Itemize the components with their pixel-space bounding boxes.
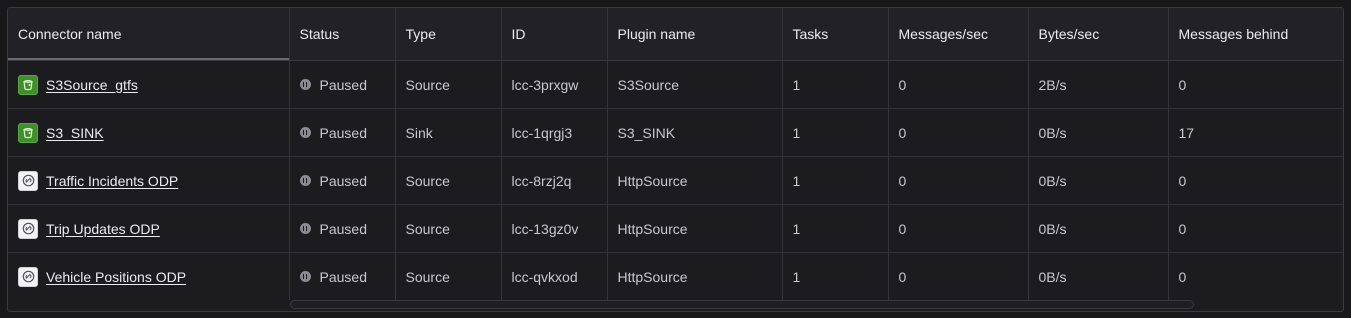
tasks-cell: 1 xyxy=(782,204,889,253)
s3-bucket-icon xyxy=(18,122,38,143)
connector-name-link[interactable]: Trip Updates ODP xyxy=(46,221,160,237)
id-cell: lcc-3prxgw xyxy=(501,60,608,109)
paused-icon xyxy=(299,127,311,138)
id-cell: lcc-1qrgj3 xyxy=(501,108,608,157)
status-cell: Paused xyxy=(289,60,396,109)
plugin-name-cell: S3Source xyxy=(607,60,783,109)
tasks-cell: 1 xyxy=(782,252,889,300)
column-header-id[interactable]: ID xyxy=(501,8,608,61)
http-connector-icon xyxy=(18,218,38,239)
connector-name-cell: S3Source_gtfs xyxy=(8,60,290,109)
messages-per-sec-cell: 0 xyxy=(888,156,1029,205)
plugin-name-cell: HttpSource xyxy=(607,252,783,300)
messages-per-sec-cell: 0 xyxy=(888,108,1029,157)
table-header-row: Connector name Status Type ID Plugin nam… xyxy=(8,8,1343,61)
type-cell: Source xyxy=(395,252,502,300)
paused-icon xyxy=(299,223,311,234)
messages-behind-cell: 0 xyxy=(1168,60,1343,109)
messages-behind-cell: 17 xyxy=(1168,108,1343,157)
column-header-status[interactable]: Status xyxy=(289,8,396,61)
id-cell: lcc-8rzj2q xyxy=(501,156,608,205)
table-row[interactable]: Traffic Incidents ODP Paused Source lcc-… xyxy=(8,156,1343,205)
table-row[interactable]: S3Source_gtfs Paused Source lcc-3prxgw S… xyxy=(8,60,1343,109)
tasks-cell: 1 xyxy=(782,108,889,157)
column-header-bytes-per-sec[interactable]: Bytes/sec xyxy=(1028,8,1169,61)
type-cell: Source xyxy=(395,60,502,109)
connector-name-cell: Vehicle Positions ODP xyxy=(8,252,290,300)
bytes-per-sec-cell: 0B/s xyxy=(1028,156,1169,205)
status-cell: Paused xyxy=(289,108,396,157)
connector-name-link[interactable]: Vehicle Positions ODP xyxy=(46,269,186,285)
type-cell: Source xyxy=(395,204,502,253)
connector-name-cell: S3_SINK xyxy=(8,108,290,157)
status-cell: Paused xyxy=(289,252,396,300)
bytes-per-sec-cell: 0B/s xyxy=(1028,108,1169,157)
plugin-name-cell: HttpSource xyxy=(607,156,783,205)
column-header-messages-per-sec[interactable]: Messages/sec xyxy=(888,8,1029,61)
status-text: Paused xyxy=(319,220,367,237)
type-cell: Source xyxy=(395,156,502,205)
bytes-per-sec-cell: 0B/s xyxy=(1028,252,1169,300)
http-connector-icon xyxy=(18,266,38,287)
connectors-table-container: Connector name Status Type ID Plugin nam… xyxy=(7,7,1344,312)
tasks-cell: 1 xyxy=(782,156,889,205)
id-cell: lcc-13gz0v xyxy=(501,204,608,253)
bytes-per-sec-cell: 2B/s xyxy=(1028,60,1169,109)
horizontal-scrollbar[interactable] xyxy=(290,300,1194,309)
connectors-table: Connector name Status Type ID Plugin nam… xyxy=(8,8,1343,300)
status-text: Paused xyxy=(319,268,367,285)
column-header-connector-name[interactable]: Connector name xyxy=(8,8,290,61)
column-header-messages-behind[interactable]: Messages behind xyxy=(1168,8,1343,61)
table-row[interactable]: S3_SINK Paused Sink lcc-1qrgj3 S3_SINK 1… xyxy=(8,108,1343,157)
column-header-plugin-name[interactable]: Plugin name xyxy=(607,8,783,61)
connector-name-cell: Traffic Incidents ODP xyxy=(8,156,290,205)
paused-icon xyxy=(299,271,311,282)
status-cell: Paused xyxy=(289,156,396,205)
status-text: Paused xyxy=(319,76,367,93)
table-row[interactable]: Trip Updates ODP Paused Source lcc-13gz0… xyxy=(8,204,1343,253)
status-text: Paused xyxy=(319,172,367,189)
messages-behind-cell: 0 xyxy=(1178,268,1187,285)
connector-name-link[interactable]: S3Source_gtfs xyxy=(46,77,138,93)
table-row[interactable]: Vehicle Positions ODP Paused Source lcc-… xyxy=(8,252,1343,300)
status-cell: Paused xyxy=(289,204,396,253)
messages-behind-cell: 0 xyxy=(1168,204,1343,253)
paused-icon xyxy=(299,79,311,90)
messages-behind-cell: 0 xyxy=(1168,156,1343,205)
messages-per-sec-cell: 0 xyxy=(888,204,1029,253)
connector-name-cell: Trip Updates ODP xyxy=(8,204,290,253)
paused-icon xyxy=(299,175,311,186)
messages-per-sec-cell: 0 xyxy=(888,60,1029,109)
connector-name-link[interactable]: S3_SINK xyxy=(46,125,104,141)
http-connector-icon xyxy=(18,170,38,191)
connector-name-link[interactable]: Traffic Incidents ODP xyxy=(46,173,178,189)
bytes-per-sec-cell: 0B/s xyxy=(1028,204,1169,253)
column-header-type[interactable]: Type xyxy=(395,8,502,61)
s3-bucket-icon xyxy=(18,74,38,95)
id-cell: lcc-qvkxod xyxy=(501,252,608,300)
plugin-name-cell: S3_SINK xyxy=(607,108,783,157)
type-cell: Sink xyxy=(395,108,502,157)
status-text: Paused xyxy=(319,124,367,141)
plugin-name-cell: HttpSource xyxy=(607,204,783,253)
column-header-tasks[interactable]: Tasks xyxy=(782,8,889,61)
tasks-cell: 1 xyxy=(782,60,889,109)
messages-per-sec-cell: 0 xyxy=(888,252,1029,300)
